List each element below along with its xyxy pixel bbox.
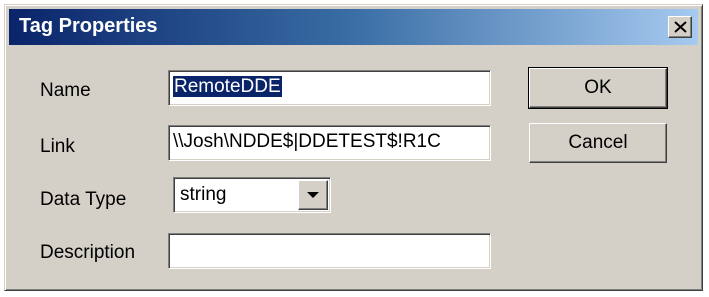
link-value: \\Josh\NDDE$|DDETEST$!R1C	[173, 131, 441, 152]
dialog-title: Tag Properties	[19, 15, 158, 37]
close-icon	[674, 21, 687, 33]
close-button[interactable]	[668, 16, 692, 38]
dropdown-button[interactable]	[298, 180, 328, 210]
tag-properties-dialog: Tag Properties Name RemoteDDE Link \\Jos…	[4, 4, 703, 291]
data-type-select[interactable]: string	[173, 177, 331, 213]
chevron-down-icon	[307, 192, 319, 198]
cancel-button[interactable]: Cancel	[529, 123, 667, 163]
data-type-value: string	[180, 184, 227, 205]
name-field[interactable]: RemoteDDE	[168, 70, 491, 106]
description-field[interactable]	[168, 233, 491, 269]
link-field[interactable]: \\Josh\NDDE$|DDETEST$!R1C	[168, 125, 491, 161]
title-bar[interactable]: Tag Properties	[9, 9, 698, 45]
name-value: RemoteDDE	[172, 75, 283, 98]
ok-button[interactable]: OK	[528, 67, 668, 109]
name-label: Name	[40, 80, 91, 101]
data-type-label: Data Type	[40, 189, 127, 210]
link-label: Link	[40, 136, 75, 157]
description-label: Description	[40, 242, 136, 263]
